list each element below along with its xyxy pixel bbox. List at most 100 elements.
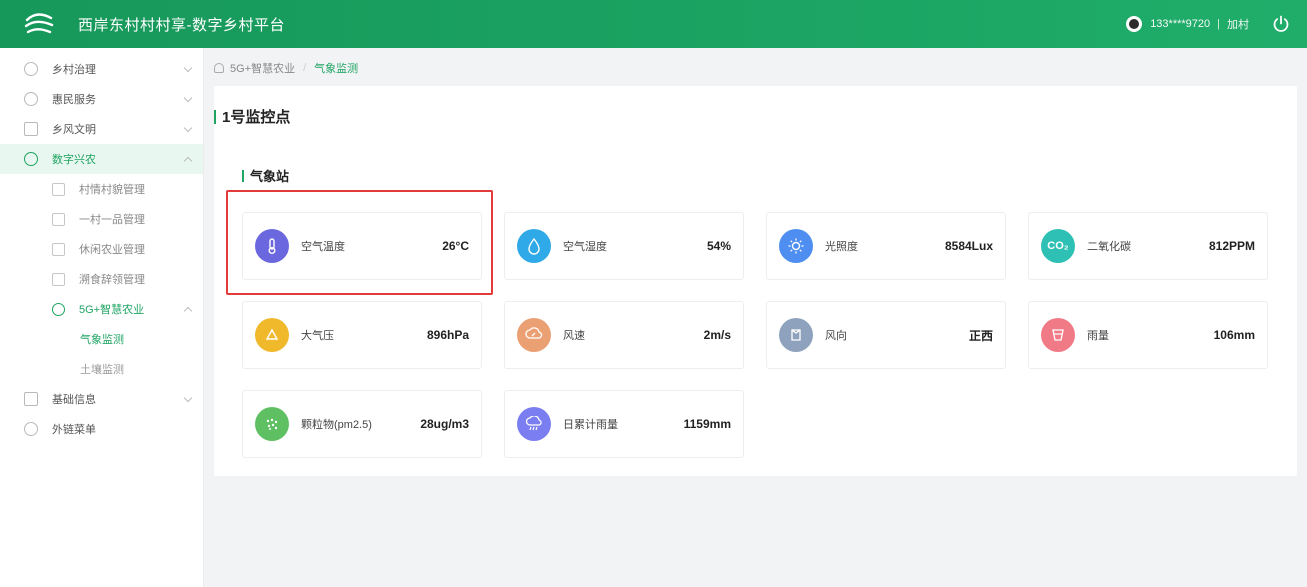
metric-label: 颗粒物(pm2.5) (301, 419, 372, 431)
metric-value: 28ug/m3 (420, 417, 469, 431)
humidity-drop-icon (517, 229, 551, 263)
metric-card-air-pressure[interactable]: 大气压 896hPa (242, 301, 482, 369)
metric-value: 1159mm (683, 417, 731, 431)
rain-gauge-icon (1041, 318, 1075, 352)
metric-value: 896hPa (426, 328, 469, 342)
pressure-icon (255, 318, 289, 352)
station-title: 气象站 (242, 166, 289, 185)
wind-speed-icon (517, 318, 551, 352)
sidebar-item-label: 惠民服务 (52, 94, 96, 106)
metric-label: 光照度 (825, 241, 858, 253)
agriculture-icon (24, 152, 38, 166)
sidebar-item-label: 气象监测 (80, 334, 124, 346)
co2-icon: CO₂ (1041, 229, 1075, 263)
sidebar-item-label: 外链菜单 (52, 424, 96, 436)
sidebar-item-external-links[interactable]: 外链菜单 (0, 414, 203, 444)
sidebar: 乡村治理 惠民服务 乡风文明 数字兴农 村情村貌管理 一村一品管理 休闲农业管理… (0, 48, 204, 587)
user-area: 133****9720 | 加村 (1126, 0, 1307, 48)
metric-card-air-temperature[interactable]: 空气温度 26°C (242, 212, 482, 280)
chevron-up-icon (183, 156, 193, 166)
metric-value: 54% (706, 239, 731, 253)
product-icon (52, 212, 65, 226)
info-icon (24, 392, 38, 406)
chevron-down-icon (183, 123, 193, 133)
sidebar-item-label: 基础信息 (52, 394, 96, 406)
metric-value: 812PPM (1208, 239, 1255, 253)
sidebar-item-label: 村情村貌管理 (79, 184, 145, 196)
metric-label: 风向 (825, 330, 847, 342)
logo-icon (24, 11, 54, 37)
governance-icon (24, 62, 38, 76)
chevron-down-icon (183, 63, 193, 73)
village-icon (52, 182, 65, 196)
metric-card-illuminance[interactable]: 光照度 8584Lux (766, 212, 1006, 280)
civilization-icon (24, 122, 38, 136)
metric-label: 二氧化碳 (1087, 241, 1131, 253)
metric-card-air-humidity[interactable]: 空气湿度 54% (504, 212, 744, 280)
breadcrumb-current: 气象监测 (314, 63, 359, 75)
sidebar-item-weather-monitoring[interactable]: 气象监测 (0, 324, 203, 354)
particulate-icon (255, 407, 289, 441)
breadcrumb-parent[interactable]: 5G+智慧农业 (230, 60, 295, 76)
metric-card-co2[interactable]: CO₂ 二氧化碳 812PPM (1028, 212, 1268, 280)
chevron-down-icon (183, 93, 193, 103)
sidebar-item-civilization[interactable]: 乡风文明 (0, 114, 203, 144)
sidebar-item-village-info[interactable]: 村情村貌管理 (0, 174, 203, 204)
user-avatar-icon[interactable] (1126, 16, 1143, 32)
breadcrumb-separator: / (303, 62, 307, 74)
sidebar-item-public-service[interactable]: 惠民服务 (0, 84, 203, 114)
station-heading: 气象站 (250, 169, 290, 184)
monitor-point-title: 1号监控点 (214, 106, 290, 127)
metric-value: 26°C (442, 239, 469, 253)
sidebar-item-soil-monitoring[interactable]: 土壤监测 (0, 354, 203, 384)
metric-card-rainfall[interactable]: 雨量 106mm (1028, 301, 1268, 369)
chevron-down-icon (183, 393, 193, 403)
breadcrumb: 5G+智慧农业 / 气象监测 (214, 56, 358, 80)
sun-icon (779, 229, 813, 263)
sidebar-item-label: 一村一品管理 (79, 214, 145, 226)
power-icon[interactable] (1271, 14, 1291, 34)
metric-card-wind-direction[interactable]: 风向 正西 (766, 301, 1006, 369)
service-icon (24, 92, 38, 106)
top-header: 西岸东村村村享-数字乡村平台 133****9720 | 加村 (0, 0, 1307, 48)
sidebar-item-traceability[interactable]: 溯食辞领管理 (0, 264, 203, 294)
sidebar-item-basic-info[interactable]: 基础信息 (0, 384, 203, 414)
monitor-panel: 1号监控点 气象站 空气温度 26°C 空气湿度 54% 光照度 8584Lux… (214, 86, 1297, 476)
user-phone[interactable]: 133****9720 (1150, 18, 1210, 30)
metric-card-daily-rainfall[interactable]: 日累计雨量 1159mm (504, 390, 744, 458)
page-title: 1号监控点 (222, 109, 291, 126)
sidebar-item-label: 乡村治理 (52, 64, 96, 76)
sidebar-item-label: 5G+智慧农业 (79, 304, 145, 316)
metric-value: 106mm (1213, 328, 1255, 342)
sidebar-item-leisure-agriculture[interactable]: 休闲农业管理 (0, 234, 203, 264)
leisure-icon (52, 242, 65, 256)
sidebar-item-one-village-one-product[interactable]: 一村一品管理 (0, 204, 203, 234)
metric-value: 2m/s (703, 328, 731, 342)
sidebar-item-label: 乡风文明 (52, 124, 96, 136)
smart-agriculture-icon (52, 302, 65, 316)
metric-value: 8584Lux (944, 239, 993, 253)
app-title: 西岸东村村村享-数字乡村平台 (78, 16, 285, 34)
sidebar-item-digital-agriculture[interactable]: 数字兴农 (0, 144, 203, 174)
co2-icon-text: CO₂ (1047, 240, 1069, 252)
user-role[interactable]: 加村 (1227, 16, 1249, 32)
metric-card-pm25[interactable]: 颗粒物(pm2.5) 28ug/m3 (242, 390, 482, 458)
sidebar-item-rural-governance[interactable]: 乡村治理 (0, 54, 203, 84)
thermometer-icon (255, 229, 289, 263)
metric-card-wind-speed[interactable]: 风速 2m/s (504, 301, 744, 369)
traceability-icon (52, 272, 65, 286)
location-icon (214, 63, 224, 73)
metric-label: 风速 (563, 330, 585, 342)
sidebar-item-5g-smart-agriculture[interactable]: 5G+智慧农业 (0, 294, 203, 324)
cloud-rain-icon (517, 407, 551, 441)
sidebar-item-label: 溯食辞领管理 (79, 274, 145, 286)
user-separator: | (1217, 18, 1220, 30)
link-icon (24, 422, 38, 436)
wind-direction-icon (779, 318, 813, 352)
sidebar-item-label: 休闲农业管理 (79, 244, 145, 256)
chevron-up-icon (183, 306, 193, 316)
metric-label: 大气压 (301, 330, 334, 342)
metric-value: 正西 (968, 328, 993, 343)
metric-label: 雨量 (1087, 330, 1109, 342)
metric-label: 空气湿度 (563, 241, 607, 253)
